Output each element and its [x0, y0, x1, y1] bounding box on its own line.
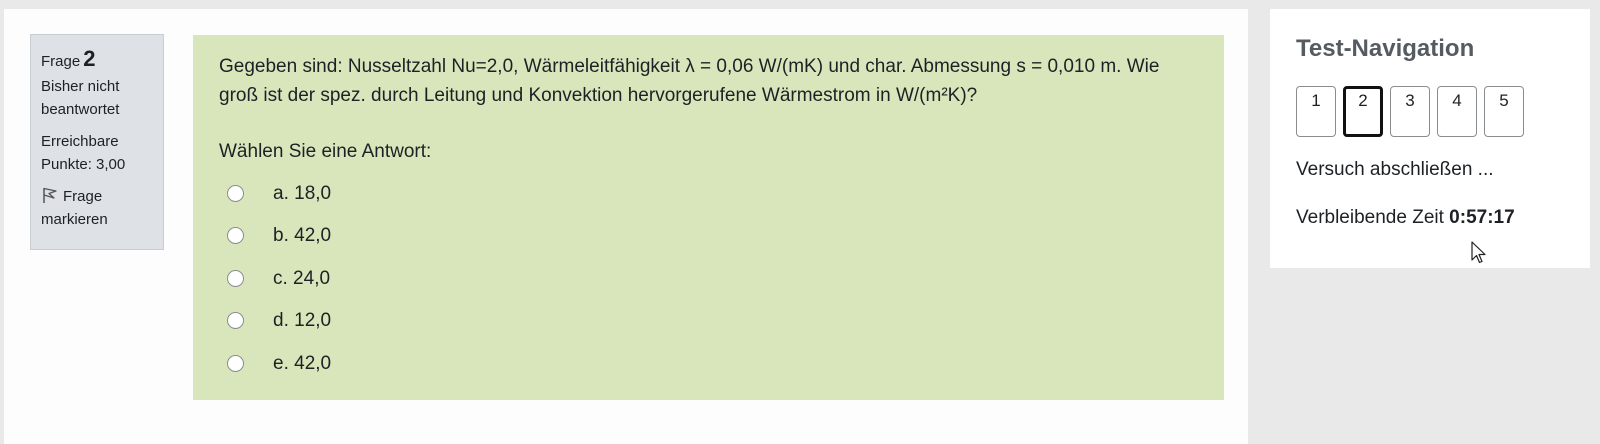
radio-button[interactable] [227, 354, 244, 372]
nav-button-5[interactable]: 5 [1484, 86, 1524, 137]
finish-attempt-link[interactable]: Versuch abschließen ... [1296, 159, 1494, 181]
radio-button[interactable] [227, 312, 244, 330]
nav-button-2-current[interactable]: 2 [1343, 86, 1383, 137]
flag-question-link[interactable]: Frage markieren [41, 185, 153, 231]
question-text-line-1: Gegeben sind: Nusseltzahl Nu=2,0, Wärmel… [219, 56, 1160, 77]
answer-label[interactable]: b. 42,0 [273, 221, 331, 250]
answer-list: a. 18,0 b. 42,0 c. 24,0 d. 12,0 e. 42,0 [219, 172, 1198, 385]
navigation-title: Test-Navigation [1296, 35, 1475, 62]
nav-button-3[interactable]: 3 [1390, 86, 1430, 137]
question-text-line-2: groß ist der spez. durch Leitung und Kon… [219, 85, 978, 106]
question-text: Gegeben sind: Nusseltzahl Nu=2,0, Wärmel… [219, 52, 1198, 110]
nav-button-4[interactable]: 4 [1437, 86, 1477, 137]
question-grade: Erreichbare Punkte: 3,00 [41, 133, 126, 173]
answer-label[interactable]: d. 12,0 [273, 306, 331, 335]
nav-button-1[interactable]: 1 [1296, 86, 1336, 137]
answer-label[interactable]: e. 42,0 [273, 349, 331, 378]
timer-label: Verbleibende Zeit [1296, 207, 1444, 228]
question-number: Frage 2 [41, 47, 153, 73]
mouse-cursor-icon [1471, 241, 1489, 265]
timer: Verbleibende Zeit 0:57:17 [1296, 207, 1515, 229]
answer-option-a[interactable]: a. 18,0 [219, 172, 1198, 215]
timer-value: 0:57:17 [1449, 207, 1515, 228]
answer-option-d[interactable]: d. 12,0 [219, 300, 1198, 343]
answer-label[interactable]: c. 24,0 [273, 264, 330, 293]
radio-button[interactable] [227, 227, 244, 245]
answer-option-b[interactable]: b. 42,0 [219, 215, 1198, 258]
question-number-value: 2 [83, 46, 96, 71]
quiz-navigation-panel: Test-Navigation 1 2 3 4 5 Versuch abschl… [1270, 9, 1590, 268]
question-content: Gegeben sind: Nusseltzahl Nu=2,0, Wärmel… [193, 35, 1224, 400]
answer-prompt: Wählen Sie eine Antwort: [219, 141, 432, 162]
question-info-box: Frage 2 Bisher nicht beantwortet Erreichb… [30, 34, 164, 250]
radio-button[interactable] [227, 269, 244, 287]
answer-option-e[interactable]: e. 42,0 [219, 342, 1198, 385]
question-nav-buttons: 1 2 3 4 5 [1296, 86, 1524, 137]
flag-icon [41, 186, 59, 204]
question-state: Bisher nicht beantwortet [41, 78, 120, 118]
answer-label[interactable]: a. 18,0 [273, 179, 331, 208]
question-label: Frage [41, 53, 81, 70]
radio-button[interactable] [227, 184, 244, 202]
answer-option-c[interactable]: c. 24,0 [219, 257, 1198, 300]
